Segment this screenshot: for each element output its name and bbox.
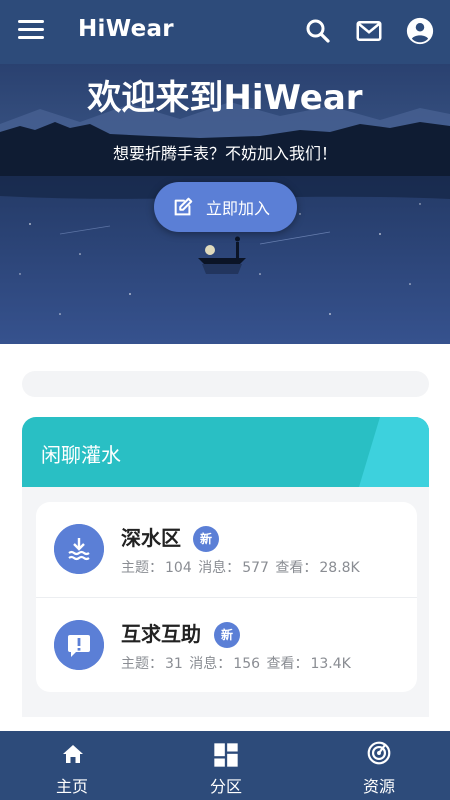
board-name: 互求互助 [121, 622, 201, 646]
new-badge: 新 [214, 622, 240, 648]
dashboard-icon [214, 743, 238, 767]
alert-bubble-icon [54, 620, 104, 670]
nav-item-sections[interactable]: 分区 [150, 731, 300, 800]
account-icon[interactable] [405, 16, 435, 46]
category-header[interactable]: 闲聊灌水 [22, 417, 429, 487]
hero-banner: 欢迎来到HiWear 想要折腾手表？不妨加入我们！ 立即加入 [0, 64, 450, 344]
nav-item-home[interactable]: 主页 [0, 731, 150, 800]
nav-label: 主页 [55, 777, 88, 796]
board-stats: 主题： 31 消息： 156 查看： 13.4K [121, 656, 351, 672]
join-button[interactable]: 立即加入 [154, 182, 297, 232]
bottom-navigation: 主页 分区 资源 [0, 731, 450, 800]
water-download-icon [54, 524, 104, 574]
board-item[interactable]: 互求互助 新 主题： 31 消息： 156 查看： 13.4K [36, 598, 417, 693]
new-badge: 新 [193, 526, 219, 552]
board-item[interactable]: 深水区 新 主题： 104 消息： 577 查看： 28.8K [36, 502, 417, 597]
nav-label: 分区 [209, 777, 242, 796]
edit-icon [174, 197, 193, 216]
board-name: 深水区 [121, 526, 181, 550]
forum-category-card: 闲聊灌水 深水区 新 主题： 104 消息： 577 查看： 28.8K 互求互… [22, 417, 429, 717]
search-icon[interactable] [303, 16, 333, 46]
nav-item-resources[interactable]: 资源 [300, 731, 450, 800]
hero-subtitle: 想要折腾手表？不妨加入我们！ [112, 144, 337, 163]
app-title: HiWear [78, 16, 174, 42]
hero-title: 欢迎来到HiWear [87, 78, 363, 118]
home-icon [63, 745, 83, 763]
nav-label: 资源 [362, 777, 395, 796]
join-button-label: 立即加入 [206, 199, 271, 218]
board-stats: 主题： 104 消息： 577 查看： 28.8K [121, 560, 360, 576]
category-title: 闲聊灌水 [41, 443, 121, 467]
board-list: 深水区 新 主题： 104 消息： 577 查看： 28.8K 互求互助 新 主题： 3… [36, 502, 417, 692]
search-bar[interactable] [22, 371, 429, 397]
mail-icon[interactable] [354, 16, 384, 46]
header-decoration [359, 417, 429, 487]
radar-icon [367, 741, 391, 765]
menu-icon[interactable] [18, 20, 44, 42]
top-app-bar: HiWear [0, 0, 450, 64]
